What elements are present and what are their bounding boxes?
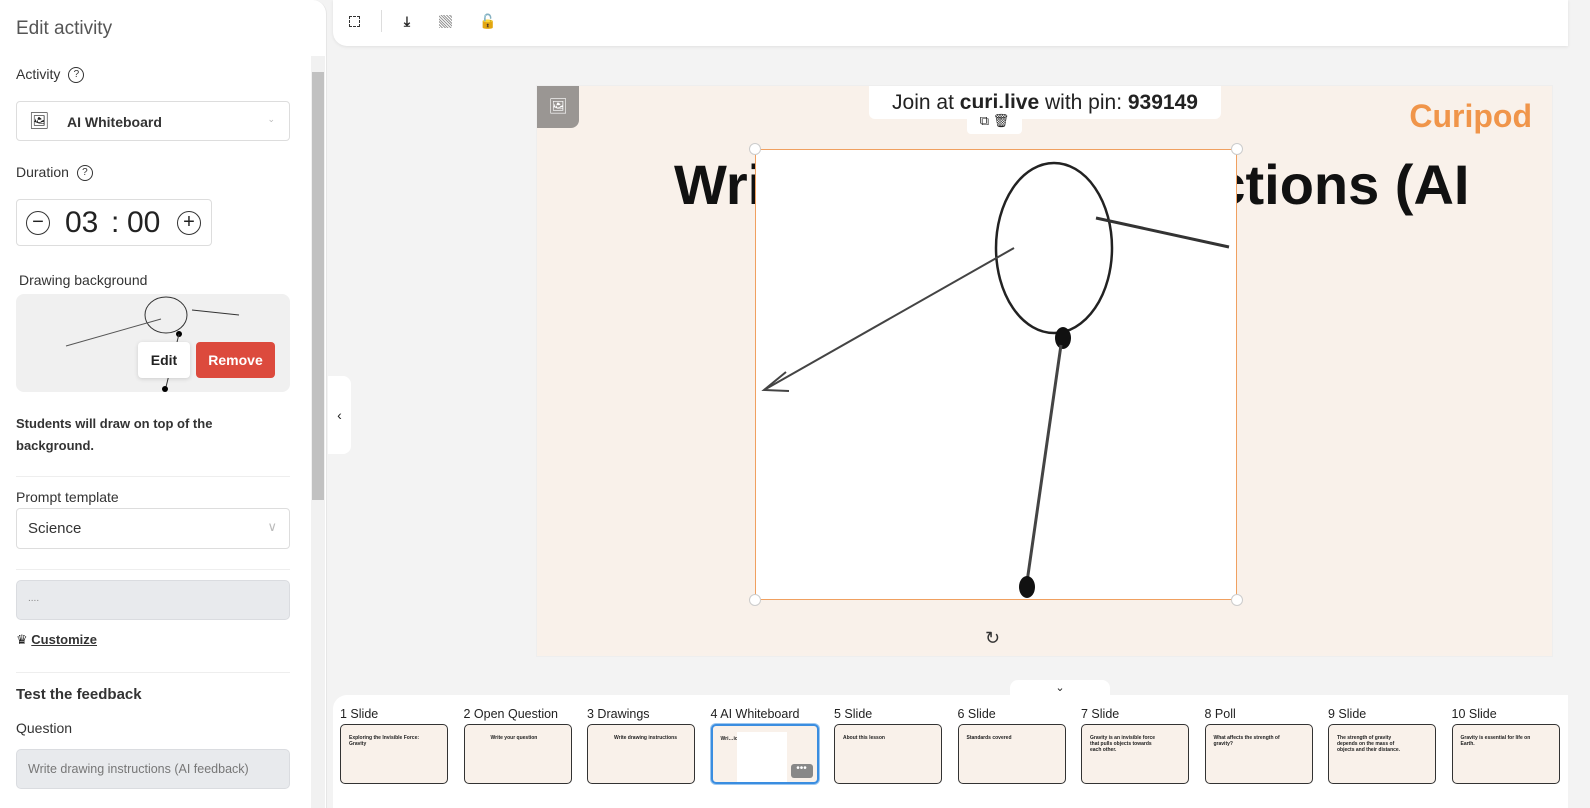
slide-thumbnail-text: The strength of gravity depends on the m… [1337,735,1401,753]
question-value: Write drawing instructions (AI feedback) [28,762,249,776]
slide-thumbnail-label: 7 Slide [1081,707,1120,721]
prompt-template-select[interactable]: Science ∨ [16,508,290,549]
scrollbar-thumb[interactable] [312,72,324,500]
slide-thumbnail-text: What affects the strength of gravity? [1213,735,1280,747]
activity-select[interactable]: 🖼 AI Whiteboard ⌄ [16,101,290,141]
chevron-down-icon: ∨ [267,519,277,534]
select-area-icon[interactable] [349,16,360,27]
question-label: Question [16,720,73,736]
slide-thumbnail[interactable]: The strength of gravity depends on the m… [1328,724,1436,784]
activity-label-text: Activity [16,66,61,82]
prompt-text-field[interactable]: .... [16,580,290,620]
slide-thumbnail-text: Standards covered [966,735,1012,741]
slide-thumbnail-label: 1 Slide [340,707,379,721]
minus-icon[interactable]: − [26,211,50,235]
expand-filmstrip-button[interactable]: ⌄ [1010,680,1110,696]
resize-handle[interactable] [1231,594,1243,606]
element-actions: ⧉ 🗑 [967,108,1022,134]
slide-thumbnail-text: Gravity is an invisible force that pulls… [1090,735,1156,753]
remove-background-button[interactable]: Remove [196,342,275,378]
join-banner: Join at curi.live with pin: 939149 [869,86,1221,119]
slide-thumbnail-text: About this lesson [843,735,885,741]
panel-title: Edit activity [16,18,113,39]
toolbar-divider [381,10,382,32]
slide-thumbnail-label: 2 Open Question [463,707,559,721]
toolbar: ⤓ 🔓 [333,0,1568,46]
activity-value: AI Whiteboard [67,114,162,130]
join-pin: 939149 [1127,91,1198,114]
slide-thumbnail-text: Gravity is essential for life on Earth. [1460,735,1531,747]
question-field[interactable]: Write drawing instructions (AI feedback) [16,749,290,789]
transparency-icon[interactable] [439,15,452,28]
drawing-background-label: Drawing background [19,272,148,288]
resize-handle[interactable] [749,594,761,606]
whiteboard-icon: 🖼 [29,113,50,130]
slide-thumbnail[interactable]: What affects the strength of gravity? [1204,724,1313,784]
duration-seconds[interactable]: 00 [127,206,160,240]
slide-thumbnail[interactable]: Gravity is essential for life on Earth. [1451,724,1560,784]
duplicate-icon[interactable]: ⧉ [980,113,989,128]
slide-thumbnail[interactable]: Wri…ions (AI••• [710,724,819,784]
slide-thumbnail[interactable]: About this lesson [834,724,942,784]
divider [16,476,290,477]
activity-label: Activity? [16,66,85,84]
slide-thumbnail-label: 10 Slide [1451,707,1497,721]
plus-icon[interactable]: + [177,211,201,235]
help-icon[interactable]: ? [68,67,85,84]
customize-link[interactable]: ♛ Customize [16,632,97,648]
slide-thumbnail[interactable]: Write your question [463,724,572,784]
resize-handle[interactable] [749,143,761,155]
whiteboard-activity-icon: 🖼 [537,86,579,128]
customize-label: Customize [31,632,98,647]
unlock-icon[interactable]: 🔓 [479,13,496,29]
slide-thumbnail-label: 8 Poll [1204,707,1236,721]
slide-thumbnail[interactable]: Standards covered [957,724,1066,784]
slide-thumbnail-text: Exploring the Invisible Force: Gravity [349,735,420,747]
prompt-template-label: Prompt template [16,489,119,505]
divider [16,672,290,673]
drawing-background-preview: Edit Remove [16,294,290,392]
slide-thumbnail-label: 5 Slide [834,707,873,721]
drawing-image [761,161,1230,598]
duration-minutes[interactable]: 03 [65,206,98,240]
slide-filmstrip: 1 Slide Exploring the Invisible Force: Gr… [333,695,1568,808]
duration-stepper: − 03 : 00 + [16,199,212,246]
help-icon[interactable]: ? [76,165,93,182]
prompt-text-value: .... [28,593,40,604]
slide-thumbnail-text: Write your question [490,735,538,741]
divider [16,569,290,570]
thumbnail-drawing [736,732,787,782]
selected-drawing-image[interactable] [749,143,1243,606]
edit-background-button[interactable]: Edit [138,342,190,378]
duration-label: Duration? [16,164,93,182]
rotate-icon[interactable]: ↻ [985,628,1000,649]
curipod-logo: Curipod [1409,98,1532,134]
resize-handle[interactable] [1231,143,1243,155]
chevron-down-icon: ⌄ [267,114,275,124]
slide-thumbnail-text: Write drawing instructions [614,735,677,741]
slide-thumbnail-label: 4 AI Whiteboard [710,707,800,721]
slide-thumbnail-label: 9 Slide [1328,707,1367,721]
slide-thumbnail[interactable]: Gravity is an invisible force that pulls… [1081,724,1189,784]
collapse-panel-button[interactable]: ‹ [328,376,351,454]
slide-thumbnail[interactable]: Exploring the Invisible Force: Gravity [340,724,448,784]
duration-colon: : [111,206,120,239]
trash-icon[interactable]: 🗑 [993,113,1010,128]
join-prefix: Join at [892,91,960,114]
duration-label-text: Duration [16,164,69,180]
slide-thumbnail-label: 6 Slide [957,707,996,721]
more-options-icon[interactable]: ••• [790,764,813,778]
prompt-template-value: Science [28,520,82,537]
test-feedback-heading: Test the feedback [16,686,142,703]
crown-icon: ♛ [16,632,28,647]
join-mid: with pin: [1039,91,1128,114]
background-note: Students will draw on top of the backgro… [16,416,213,453]
send-to-back-icon[interactable]: ⤓ [399,13,415,29]
slide-thumbnail-label: 3 Drawings [587,707,650,721]
edit-activity-panel: Edit activity Activity? 🖼 AI Whiteboard … [0,0,327,808]
slide-thumbnail[interactable]: Write drawing instructions [587,724,695,784]
